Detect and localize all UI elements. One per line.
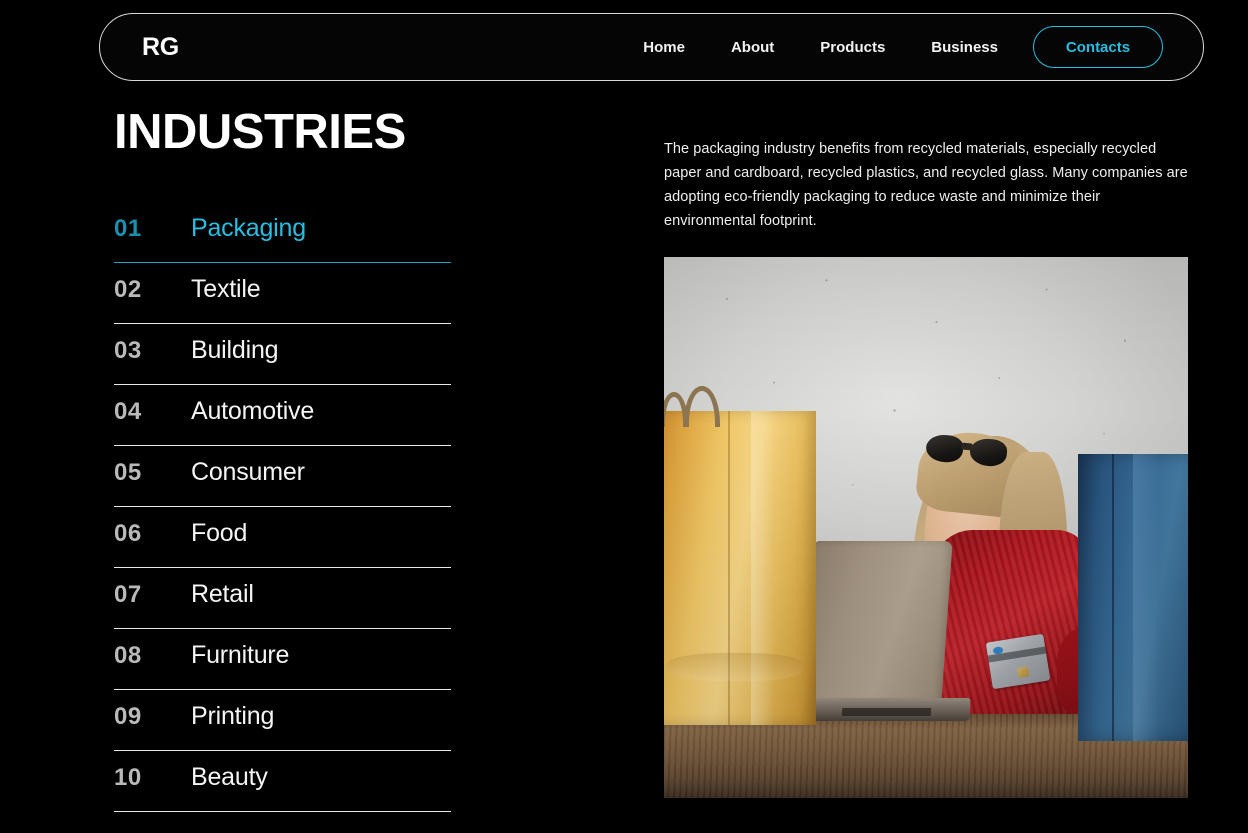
industry-label: Consumer	[191, 458, 305, 487]
site-header: RG Home About Products Business Contacts	[99, 13, 1204, 81]
industry-photo	[664, 257, 1188, 798]
industry-label: Food	[191, 519, 248, 548]
photo-yellow-bag-crease	[666, 652, 803, 682]
contacts-button-label: Contacts	[1065, 38, 1131, 56]
photo-sunglasses-lens-left	[924, 433, 965, 464]
photo-scene	[664, 257, 1188, 798]
photo-blue-bag-highlight	[1132, 454, 1160, 742]
industry-label: Textile	[191, 275, 261, 304]
logo[interactable]: RG	[142, 34, 179, 60]
photo-yellow-shopping-bag	[664, 386, 816, 725]
industry-item-furniture[interactable]: 08 Furniture	[114, 629, 451, 691]
industry-item-food[interactable]: 06 Food	[114, 507, 451, 569]
nav-link-business[interactable]: Business	[908, 40, 1021, 55]
industries-panel: INDUSTRIES 01 Packaging 02 Textile 03 Bu…	[114, 105, 454, 813]
industry-number: 04	[114, 398, 142, 426]
industry-item-building[interactable]: 03 Building	[114, 324, 451, 386]
industry-number: 02	[114, 276, 142, 304]
industry-list: 01 Packaging 02 Textile 03 Building 04 A…	[114, 202, 451, 813]
industry-number: 01	[114, 215, 142, 243]
industry-item-packaging[interactable]: 01 Packaging	[114, 202, 451, 264]
photo-card-chip	[1016, 666, 1030, 679]
industry-item-consumer[interactable]: 05 Consumer	[114, 446, 451, 508]
industry-number: 03	[114, 337, 142, 365]
industry-item-textile[interactable]: 02 Textile	[114, 263, 451, 325]
photo-credit-card	[985, 633, 1050, 689]
photo-blue-bag-fold	[1112, 454, 1114, 742]
industry-description: The packaging industry benefits from rec…	[664, 141, 1188, 229]
photo-blue-shopping-bag	[1077, 454, 1188, 742]
page-title: INDUSTRIES	[114, 105, 406, 159]
industry-item-automotive[interactable]: 04 Automotive	[114, 385, 451, 447]
industry-item-printing[interactable]: 09 Printing	[114, 690, 451, 752]
photo-laptop-screen	[802, 541, 953, 704]
nav-link-products[interactable]: Products	[797, 40, 908, 55]
industry-label: Packaging	[191, 214, 306, 243]
detail-panel: The packaging industry benefits from rec…	[664, 137, 1188, 233]
industry-number: 06	[114, 520, 142, 548]
industry-label: Retail	[191, 580, 254, 609]
industry-number: 08	[114, 642, 142, 670]
industry-label: Automotive	[191, 397, 315, 426]
industry-item-beauty[interactable]: 10 Beauty	[114, 751, 451, 813]
industry-label: Building	[191, 336, 279, 365]
industry-item-retail[interactable]: 07 Retail	[114, 568, 451, 630]
industry-number: 09	[114, 703, 142, 731]
industry-label: Printing	[191, 702, 275, 731]
nav-link-home[interactable]: Home	[620, 40, 708, 55]
industry-number: 05	[114, 459, 142, 487]
photo-laptop-keyboard	[841, 707, 932, 716]
industry-label: Beauty	[191, 763, 268, 792]
industry-label: Furniture	[191, 641, 290, 670]
main-navigation: Home About Products Business Contacts	[620, 26, 1163, 68]
industry-number: 10	[114, 764, 142, 792]
photo-sunglasses-lens-right	[968, 436, 1009, 468]
industry-number: 07	[114, 581, 142, 609]
contacts-button[interactable]: Contacts	[1033, 26, 1163, 68]
nav-link-about[interactable]: About	[708, 40, 797, 55]
